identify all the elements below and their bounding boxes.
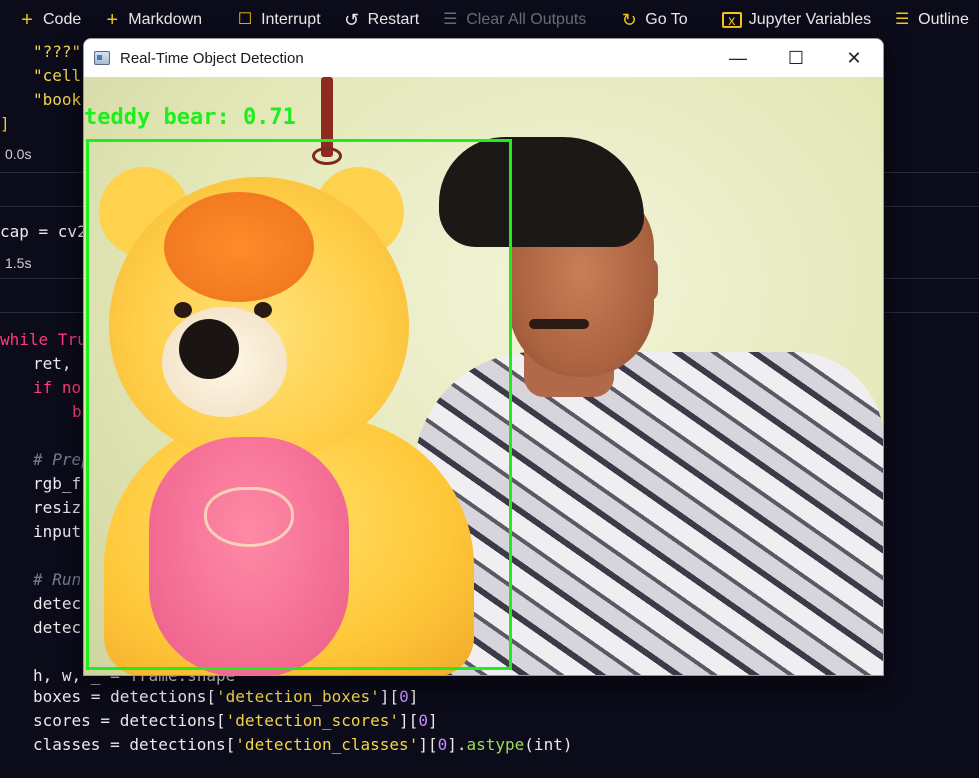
code-line: ] [0,114,10,133]
code-line: if no [33,378,82,397]
code-comment: # Run [33,570,82,589]
code-line: "book [33,90,82,109]
window-title: Real-Time Object Detection [120,49,304,67]
person-mustache [529,319,589,329]
outline-icon: ☰ [894,11,910,28]
execution-time: 1.5s [5,255,32,271]
restart-button[interactable]: ↺ Restart [343,10,419,30]
window-titlebar[interactable]: Real-Time Object Detection — ☐ ✕ [84,39,883,77]
outline-button[interactable]: ☰ Outline [893,11,969,29]
code-line: while Tru [0,330,87,349]
variables-icon: x [721,12,742,28]
stop-icon: ☐ [237,11,253,28]
go-to-button[interactable]: ↻ Go To [620,10,688,30]
plus-icon: + [21,9,33,31]
detection-window[interactable]: Real-Time Object Detection — ☐ ✕ teddy b… [83,38,884,676]
minimize-button[interactable]: — [709,39,767,77]
clear-outputs-icon: ☰ [443,11,458,28]
code-line: "???" [33,42,82,61]
add-markdown-cell-button[interactable]: + Markdown [103,10,202,30]
interrupt-button[interactable]: ☐ Interrupt [236,11,321,29]
maximize-button[interactable]: ☐ [767,39,825,77]
code-line: resiz [33,498,82,517]
close-button[interactable]: ✕ [825,39,883,77]
code-line: "cell [33,66,82,85]
code-line: scores = detections['detection_scores'][… [33,711,438,730]
detection-label: teddy bear: 0.71 [84,105,296,130]
jupyter-variables-button[interactable]: x Jupyter Variables [721,11,871,29]
camera-frame: teddy bear: 0.71 [84,77,883,675]
code-line: classes = detections['detection_classes'… [33,735,573,754]
restart-icon: ↺ [344,10,360,30]
add-code-cell-button[interactable]: + Code [18,10,81,30]
code-line: detec [33,618,82,637]
code-line: rgb_f [33,474,82,493]
goto-icon: ↻ [621,10,637,30]
app-icon [94,51,110,65]
code-line: detec [33,594,82,613]
code-line: input [33,522,82,541]
code-line: boxes = detections['detection_boxes'][0] [33,687,419,706]
code-line: b [72,402,82,421]
detection-bounding-box [86,139,512,670]
plus-icon: + [106,9,119,31]
code-line: ret, [33,354,82,373]
code-line: cap = cv2 [0,222,87,241]
notebook-toolbar: + Code + Markdown ☐ Interrupt ↺ Restart … [0,0,979,40]
execution-time: 0.0s [5,146,32,162]
clear-all-outputs-button[interactable]: ☰ Clear All Outputs [441,11,586,29]
